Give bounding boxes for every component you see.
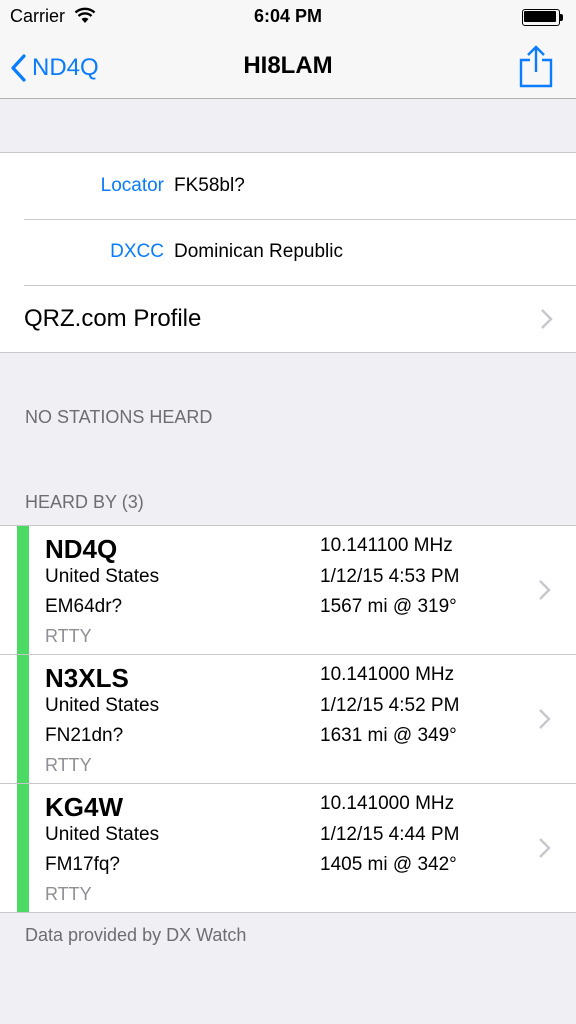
- station-country: United States: [45, 695, 160, 716]
- qrz-profile-row[interactable]: QRZ.com Profile: [0, 285, 576, 352]
- chevron-right-icon: [539, 838, 551, 858]
- station-callsign: N3XLS: [45, 663, 129, 693]
- station-country: United States: [45, 566, 160, 587]
- data-source-footer: Data provided by DX Watch: [25, 925, 247, 945]
- clock: 6:04 PM: [253, 6, 323, 26]
- navigation-bar: ND4Q HI8LAM: [0, 40, 576, 99]
- status-stripe: [17, 655, 29, 783]
- chevron-right-icon: [541, 309, 553, 329]
- station-row[interactable]: N3XLS United States FN21dn? RTTY 10.1410…: [0, 654, 576, 783]
- dxcc-label: DXCC: [110, 241, 164, 262]
- station-mode: RTTY: [45, 884, 92, 904]
- qrz-profile-label: QRZ.com Profile: [24, 305, 202, 332]
- locator-row: Locator FK58bl?: [0, 153, 576, 219]
- station-grid: EM64dr?: [45, 596, 123, 617]
- chevron-right-icon: [539, 709, 551, 729]
- station-row[interactable]: ND4Q United States EM64dr? RTTY 10.14110…: [0, 526, 576, 654]
- back-button-label: ND4Q: [32, 54, 99, 81]
- station-frequency: 10.141000 MHz: [320, 793, 455, 814]
- no-stations-header: NO STATIONS HEARD: [25, 407, 213, 427]
- station-time: 1/12/15 4:44 PM: [320, 824, 460, 845]
- station-country: United States: [45, 824, 160, 845]
- share-icon[interactable]: [516, 44, 556, 90]
- battery-icon: [522, 9, 566, 26]
- station-info-card: Locator FK58bl? DXCC Dominican Republic …: [0, 152, 576, 353]
- dxcc-row: DXCC Dominican Republic: [0, 219, 576, 285]
- locator-value: FK58bl?: [174, 175, 245, 196]
- station-callsign: ND4Q: [45, 534, 118, 564]
- heard-by-list: ND4Q United States EM64dr? RTTY 10.14110…: [0, 525, 576, 913]
- station-mode: RTTY: [45, 626, 92, 646]
- station-grid: FN21dn?: [45, 725, 124, 746]
- station-row[interactable]: KG4W United States FM17fq? RTTY 10.14100…: [0, 783, 576, 912]
- status-stripe: [17, 784, 29, 912]
- station-time: 1/12/15 4:53 PM: [320, 566, 460, 587]
- back-button[interactable]: ND4Q: [10, 48, 99, 88]
- station-time: 1/12/15 4:52 PM: [320, 695, 460, 716]
- station-distance: 1567 mi @ 319°: [320, 596, 457, 617]
- station-frequency: 10.141000 MHz: [320, 664, 455, 685]
- station-distance: 1631 mi @ 349°: [320, 725, 457, 746]
- status-stripe: [17, 526, 29, 654]
- station-mode: RTTY: [45, 755, 92, 775]
- station-frequency: 10.141100 MHz: [320, 535, 453, 556]
- chevron-left-icon: [11, 54, 26, 82]
- station-callsign: KG4W: [45, 792, 123, 822]
- station-grid: FM17fq?: [45, 854, 120, 875]
- status-bar: Carrier 6:04 PM: [0, 0, 576, 40]
- locator-label: Locator: [100, 175, 164, 196]
- dxcc-value: Dominican Republic: [174, 241, 343, 262]
- heard-by-header: HEARD BY (3): [25, 492, 144, 512]
- station-distance: 1405 mi @ 342°: [320, 854, 457, 875]
- chevron-right-icon: [539, 580, 551, 600]
